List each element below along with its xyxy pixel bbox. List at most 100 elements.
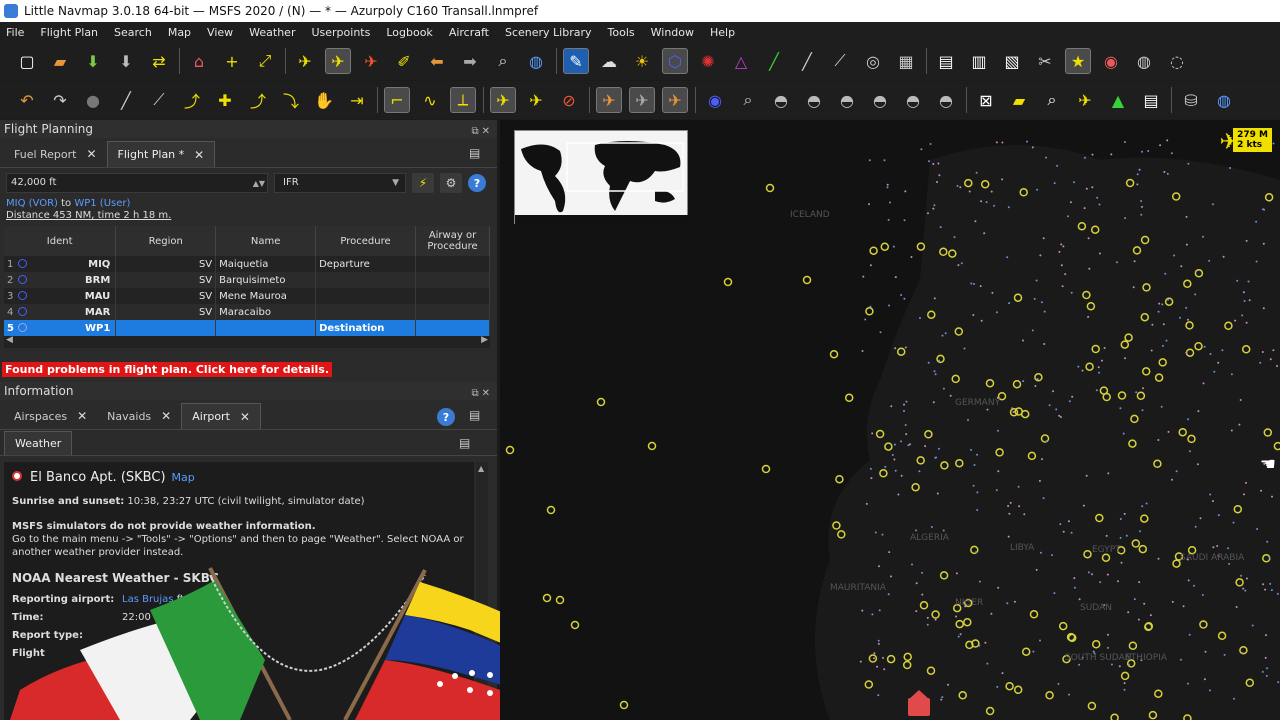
vor-icon[interactable]: ⬡ bbox=[662, 48, 688, 74]
forward-icon[interactable]: ➡ bbox=[457, 48, 483, 74]
menu-flight-plan[interactable]: Flight Plan bbox=[40, 26, 98, 39]
menu-userpoints[interactable]: Userpoints bbox=[311, 26, 370, 39]
waypoint-icon[interactable]: △ bbox=[728, 48, 754, 74]
arrow-up-icon[interactable]: ⤴ bbox=[245, 87, 271, 113]
scroll-left-icon[interactable]: ◀ bbox=[6, 335, 13, 345]
aircraft-center-icon[interactable]: ✈ bbox=[325, 48, 351, 74]
tab-airspaces[interactable]: Airspaces ✕ bbox=[4, 403, 97, 429]
open-folder-icon[interactable]: ▰ bbox=[47, 48, 73, 74]
airport-marker[interactable] bbox=[765, 183, 775, 193]
settings-icon[interactable]: ⚙ bbox=[440, 173, 462, 193]
ndb-icon[interactable]: ✺ bbox=[695, 48, 721, 74]
airport-f-icon[interactable]: ◓ bbox=[933, 87, 959, 113]
aircraft-trail-icon[interactable]: ✈ bbox=[358, 48, 384, 74]
overview-map[interactable] bbox=[514, 130, 689, 225]
ruler-icon[interactable]: ⟋ bbox=[146, 87, 172, 113]
compass-icon[interactable]: ◎ bbox=[860, 48, 886, 74]
help-icon[interactable]: ? bbox=[437, 408, 455, 426]
close-icon[interactable]: ✕ bbox=[194, 148, 204, 162]
menu-search[interactable]: Search bbox=[114, 26, 152, 39]
column-header-airway[interactable]: Airway or Procedure bbox=[415, 226, 490, 256]
menu-map[interactable]: Map bbox=[168, 26, 191, 39]
scroll-up-icon[interactable]: ▲ bbox=[478, 464, 484, 473]
route-from-link[interactable]: MIQ (VOR) bbox=[6, 198, 58, 209]
target-icon[interactable]: ◉ bbox=[1098, 48, 1124, 74]
zoom-icon[interactable]: ⌕ bbox=[735, 87, 761, 113]
tab-flight-plan[interactable]: Flight Plan * ✕ bbox=[106, 141, 216, 167]
info-icon[interactable]: ▤ bbox=[933, 48, 959, 74]
airport-b-icon[interactable]: ◓ bbox=[801, 87, 827, 113]
align-icon[interactable]: ⇥ bbox=[344, 87, 370, 113]
airport-marker[interactable] bbox=[723, 277, 733, 287]
airport-e-icon[interactable]: ◓ bbox=[900, 87, 926, 113]
airport-d-icon[interactable]: ◓ bbox=[867, 87, 893, 113]
airport-marker[interactable] bbox=[880, 242, 890, 251]
menu-logbook[interactable]: Logbook bbox=[386, 26, 432, 39]
home-icon[interactable]: ⌂ bbox=[186, 48, 212, 74]
airport-marker[interactable] bbox=[505, 445, 515, 455]
new-file-icon[interactable]: ▢ bbox=[14, 48, 40, 74]
close-icon[interactable]: ✕ bbox=[240, 410, 250, 424]
menu-weather[interactable]: Weather bbox=[249, 26, 295, 39]
hotel-icon[interactable]: ▥ bbox=[966, 48, 992, 74]
airspace-icon[interactable]: ◉ bbox=[702, 87, 728, 113]
search-document-icon[interactable]: ⌕ bbox=[490, 48, 516, 74]
airport-marker[interactable] bbox=[619, 700, 629, 710]
aircraft-small-icon[interactable]: ✈ bbox=[1072, 87, 1098, 113]
airport-marker[interactable] bbox=[844, 393, 854, 403]
tools-icon[interactable]: ✂ bbox=[1032, 48, 1058, 74]
tab-navaids[interactable]: Navaids ✕ bbox=[97, 403, 181, 429]
favorite-star-icon[interactable]: ★ bbox=[1065, 48, 1091, 74]
calc-icon[interactable]: ⚡ bbox=[412, 173, 434, 193]
back-icon[interactable]: ⬅ bbox=[424, 48, 450, 74]
route-to-link[interactable]: WP1 (User) bbox=[74, 198, 130, 209]
spinner-icon[interactable]: ▲▼ bbox=[253, 175, 265, 193]
airway-icon[interactable]: ╱ bbox=[761, 48, 787, 74]
aircraft-orange-icon[interactable]: ✈ bbox=[596, 87, 622, 113]
menu-tools[interactable]: Tools bbox=[608, 26, 635, 39]
center-icon[interactable]: + bbox=[219, 48, 245, 74]
tab-weather[interactable]: Weather bbox=[4, 430, 73, 455]
terrain-icon[interactable]: ▲ bbox=[1105, 87, 1131, 113]
airport-marker[interactable] bbox=[570, 620, 580, 630]
horizontal-scrollbar[interactable]: ◀ ▶ bbox=[4, 335, 490, 348]
no-aircraft-icon[interactable]: ⊘ bbox=[556, 87, 582, 113]
add-waypoint-icon[interactable]: ✚ bbox=[212, 87, 238, 113]
table-row[interactable]: 1 MIQ SV Maiquetia Departure bbox=[4, 256, 490, 272]
aircraft-red-icon[interactable]: ✈ bbox=[662, 87, 688, 113]
airport-c-icon[interactable]: ◓ bbox=[834, 87, 860, 113]
table-row[interactable]: 4 MAR SV Maracaibo bbox=[4, 304, 490, 320]
pencil-icon[interactable]: ✎ bbox=[563, 48, 589, 74]
airport-marker[interactable] bbox=[596, 397, 606, 407]
map-link[interactable]: Map bbox=[172, 471, 195, 484]
flight-type-select[interactable]: IFR ▼ bbox=[274, 173, 406, 193]
column-header-ident[interactable]: Ident bbox=[4, 226, 117, 256]
user-aircraft-icon[interactable]: ✈ bbox=[1220, 130, 1238, 155]
help-icon[interactable]: ? bbox=[468, 174, 486, 192]
scroll-right-icon[interactable]: ▶ bbox=[481, 335, 488, 345]
airport-a-icon[interactable]: ◓ bbox=[768, 87, 794, 113]
tab-menu-icon[interactable]: ▤ bbox=[469, 408, 485, 422]
search-map-icon[interactable]: ⌕ bbox=[1039, 87, 1065, 113]
close-icon[interactable]: ✕ bbox=[86, 147, 96, 161]
close-icon[interactable]: ✕ bbox=[161, 409, 171, 423]
save-icon[interactable]: ⬇ bbox=[80, 48, 106, 74]
menu-aircraft[interactable]: Aircraft bbox=[449, 26, 489, 39]
text-icon[interactable]: ▧ bbox=[999, 48, 1025, 74]
weather-cloud-icon[interactable]: ☁ bbox=[596, 48, 622, 74]
tab-fuel-report[interactable]: Fuel Report ✕ bbox=[4, 141, 107, 167]
airport-marker[interactable] bbox=[546, 505, 556, 515]
close-x-icon[interactable]: ⊠ bbox=[973, 87, 999, 113]
table-row-selected[interactable]: 5 WP1 Destination bbox=[4, 320, 490, 336]
remove-trail-icon[interactable]: ✐ bbox=[391, 48, 417, 74]
airport-marker[interactable] bbox=[835, 474, 844, 484]
menu-help[interactable]: Help bbox=[710, 26, 735, 39]
ai-aircraft-icon[interactable]: ✈ bbox=[490, 87, 516, 113]
aircraft-grey-icon[interactable]: ✈ bbox=[629, 87, 655, 113]
stop-icon[interactable]: ● bbox=[80, 87, 106, 113]
line-icon[interactable]: ╱ bbox=[794, 48, 820, 74]
line2-icon[interactable]: ⟋ bbox=[827, 48, 853, 74]
globe3-icon[interactable]: ◍ bbox=[1211, 87, 1237, 113]
airport-marker[interactable] bbox=[555, 595, 565, 605]
airport-marker[interactable] bbox=[865, 307, 874, 316]
